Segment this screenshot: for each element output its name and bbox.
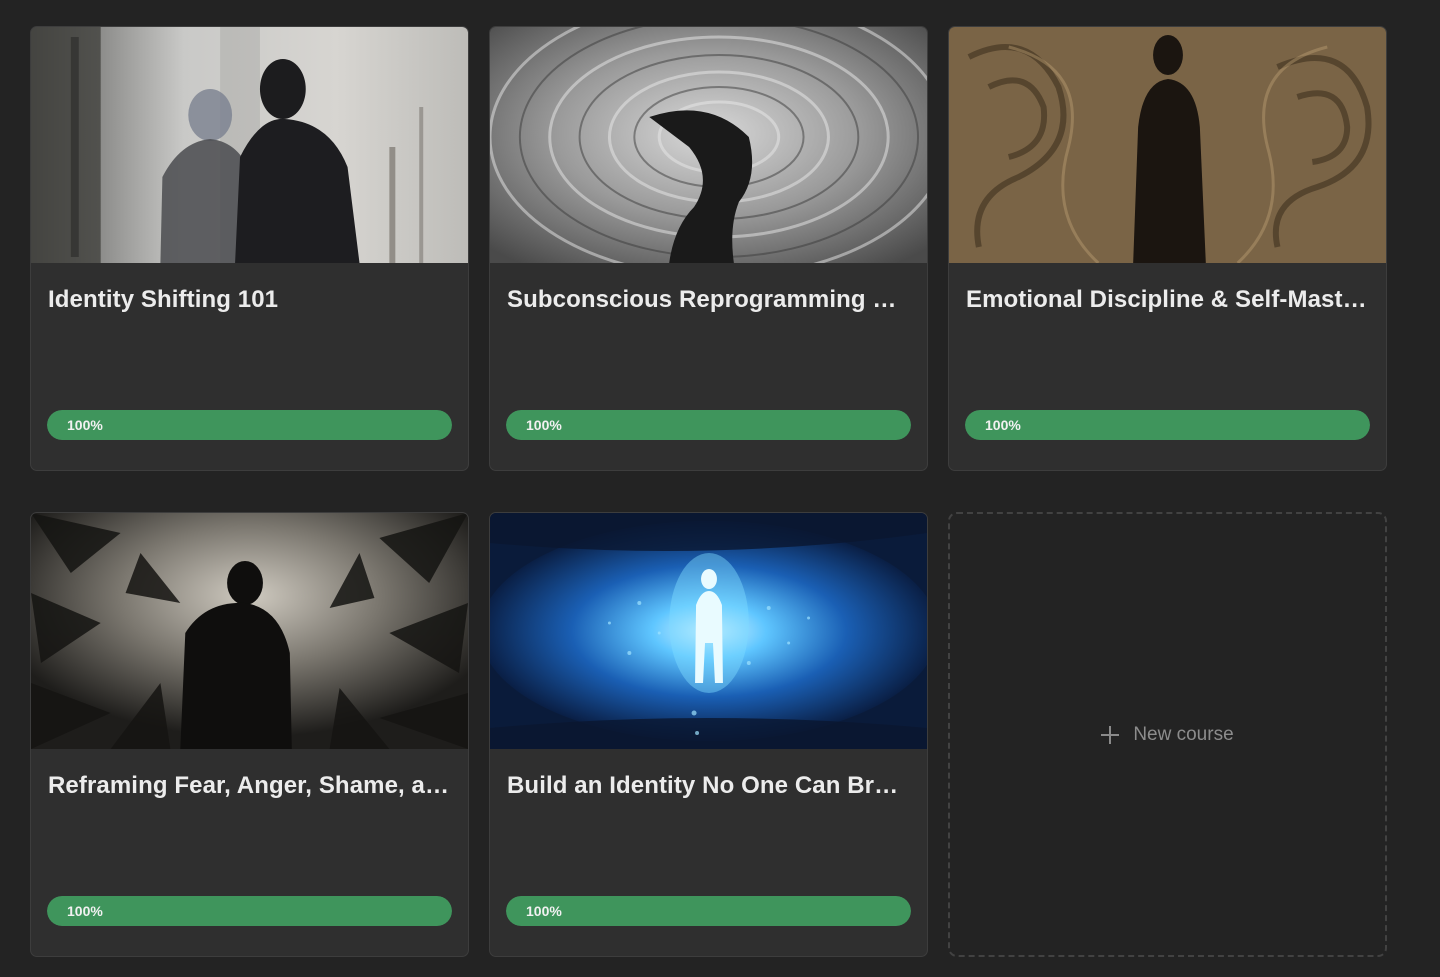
course-thumbnail: [949, 27, 1386, 263]
course-image-vortex: [490, 27, 927, 263]
plus-icon: [1101, 725, 1120, 744]
new-course-button[interactable]: New course: [948, 512, 1387, 957]
course-card[interactable]: Reframing Fear, Anger, Shame, an... 100%: [30, 512, 469, 957]
course-card[interactable]: Build an Identity No One Can Break 100%: [489, 512, 928, 957]
progress-fill: [965, 410, 1370, 440]
progress-label: 100%: [526, 417, 562, 433]
progress-bar: 100%: [47, 896, 452, 926]
progress-label: 100%: [526, 903, 562, 919]
course-image-glowing-eye: [490, 513, 927, 749]
course-card[interactable]: Emotional Discipline & Self-Maste... 100…: [948, 26, 1387, 471]
progress-bar: 100%: [506, 896, 911, 926]
progress-label: 100%: [985, 417, 1021, 433]
course-thumbnail: [31, 513, 468, 749]
new-course-content: New course: [1101, 723, 1234, 746]
progress-label: 100%: [67, 417, 103, 433]
course-grid: Identity Shifting 101 100% Subconscious …: [30, 26, 1387, 957]
course-thumbnail: [31, 27, 468, 263]
progress-fill: [47, 410, 452, 440]
course-title: Build an Identity No One Can Break: [507, 772, 911, 799]
course-image-sepia-figure: [949, 27, 1386, 263]
course-thumbnail: [490, 27, 927, 263]
progress-label: 100%: [67, 903, 103, 919]
course-card[interactable]: Subconscious Reprogramming M... 100%: [489, 26, 928, 471]
new-course-label: New course: [1133, 723, 1234, 745]
course-image-two-figures: [31, 27, 468, 263]
course-title: Emotional Discipline & Self-Maste...: [966, 286, 1370, 313]
progress-fill: [506, 410, 911, 440]
progress-fill: [47, 896, 452, 926]
course-thumbnail: [490, 513, 927, 749]
course-title: Subconscious Reprogramming M...: [507, 286, 911, 313]
course-card[interactable]: Identity Shifting 101 100%: [30, 26, 469, 471]
progress-bar: 100%: [965, 410, 1370, 440]
course-title: Reframing Fear, Anger, Shame, an...: [48, 772, 452, 799]
progress-bar: 100%: [47, 410, 452, 440]
course-image-charcoal-figure: [31, 513, 468, 749]
progress-fill: [506, 896, 911, 926]
course-title: Identity Shifting 101: [48, 286, 279, 313]
progress-bar: 100%: [506, 410, 911, 440]
